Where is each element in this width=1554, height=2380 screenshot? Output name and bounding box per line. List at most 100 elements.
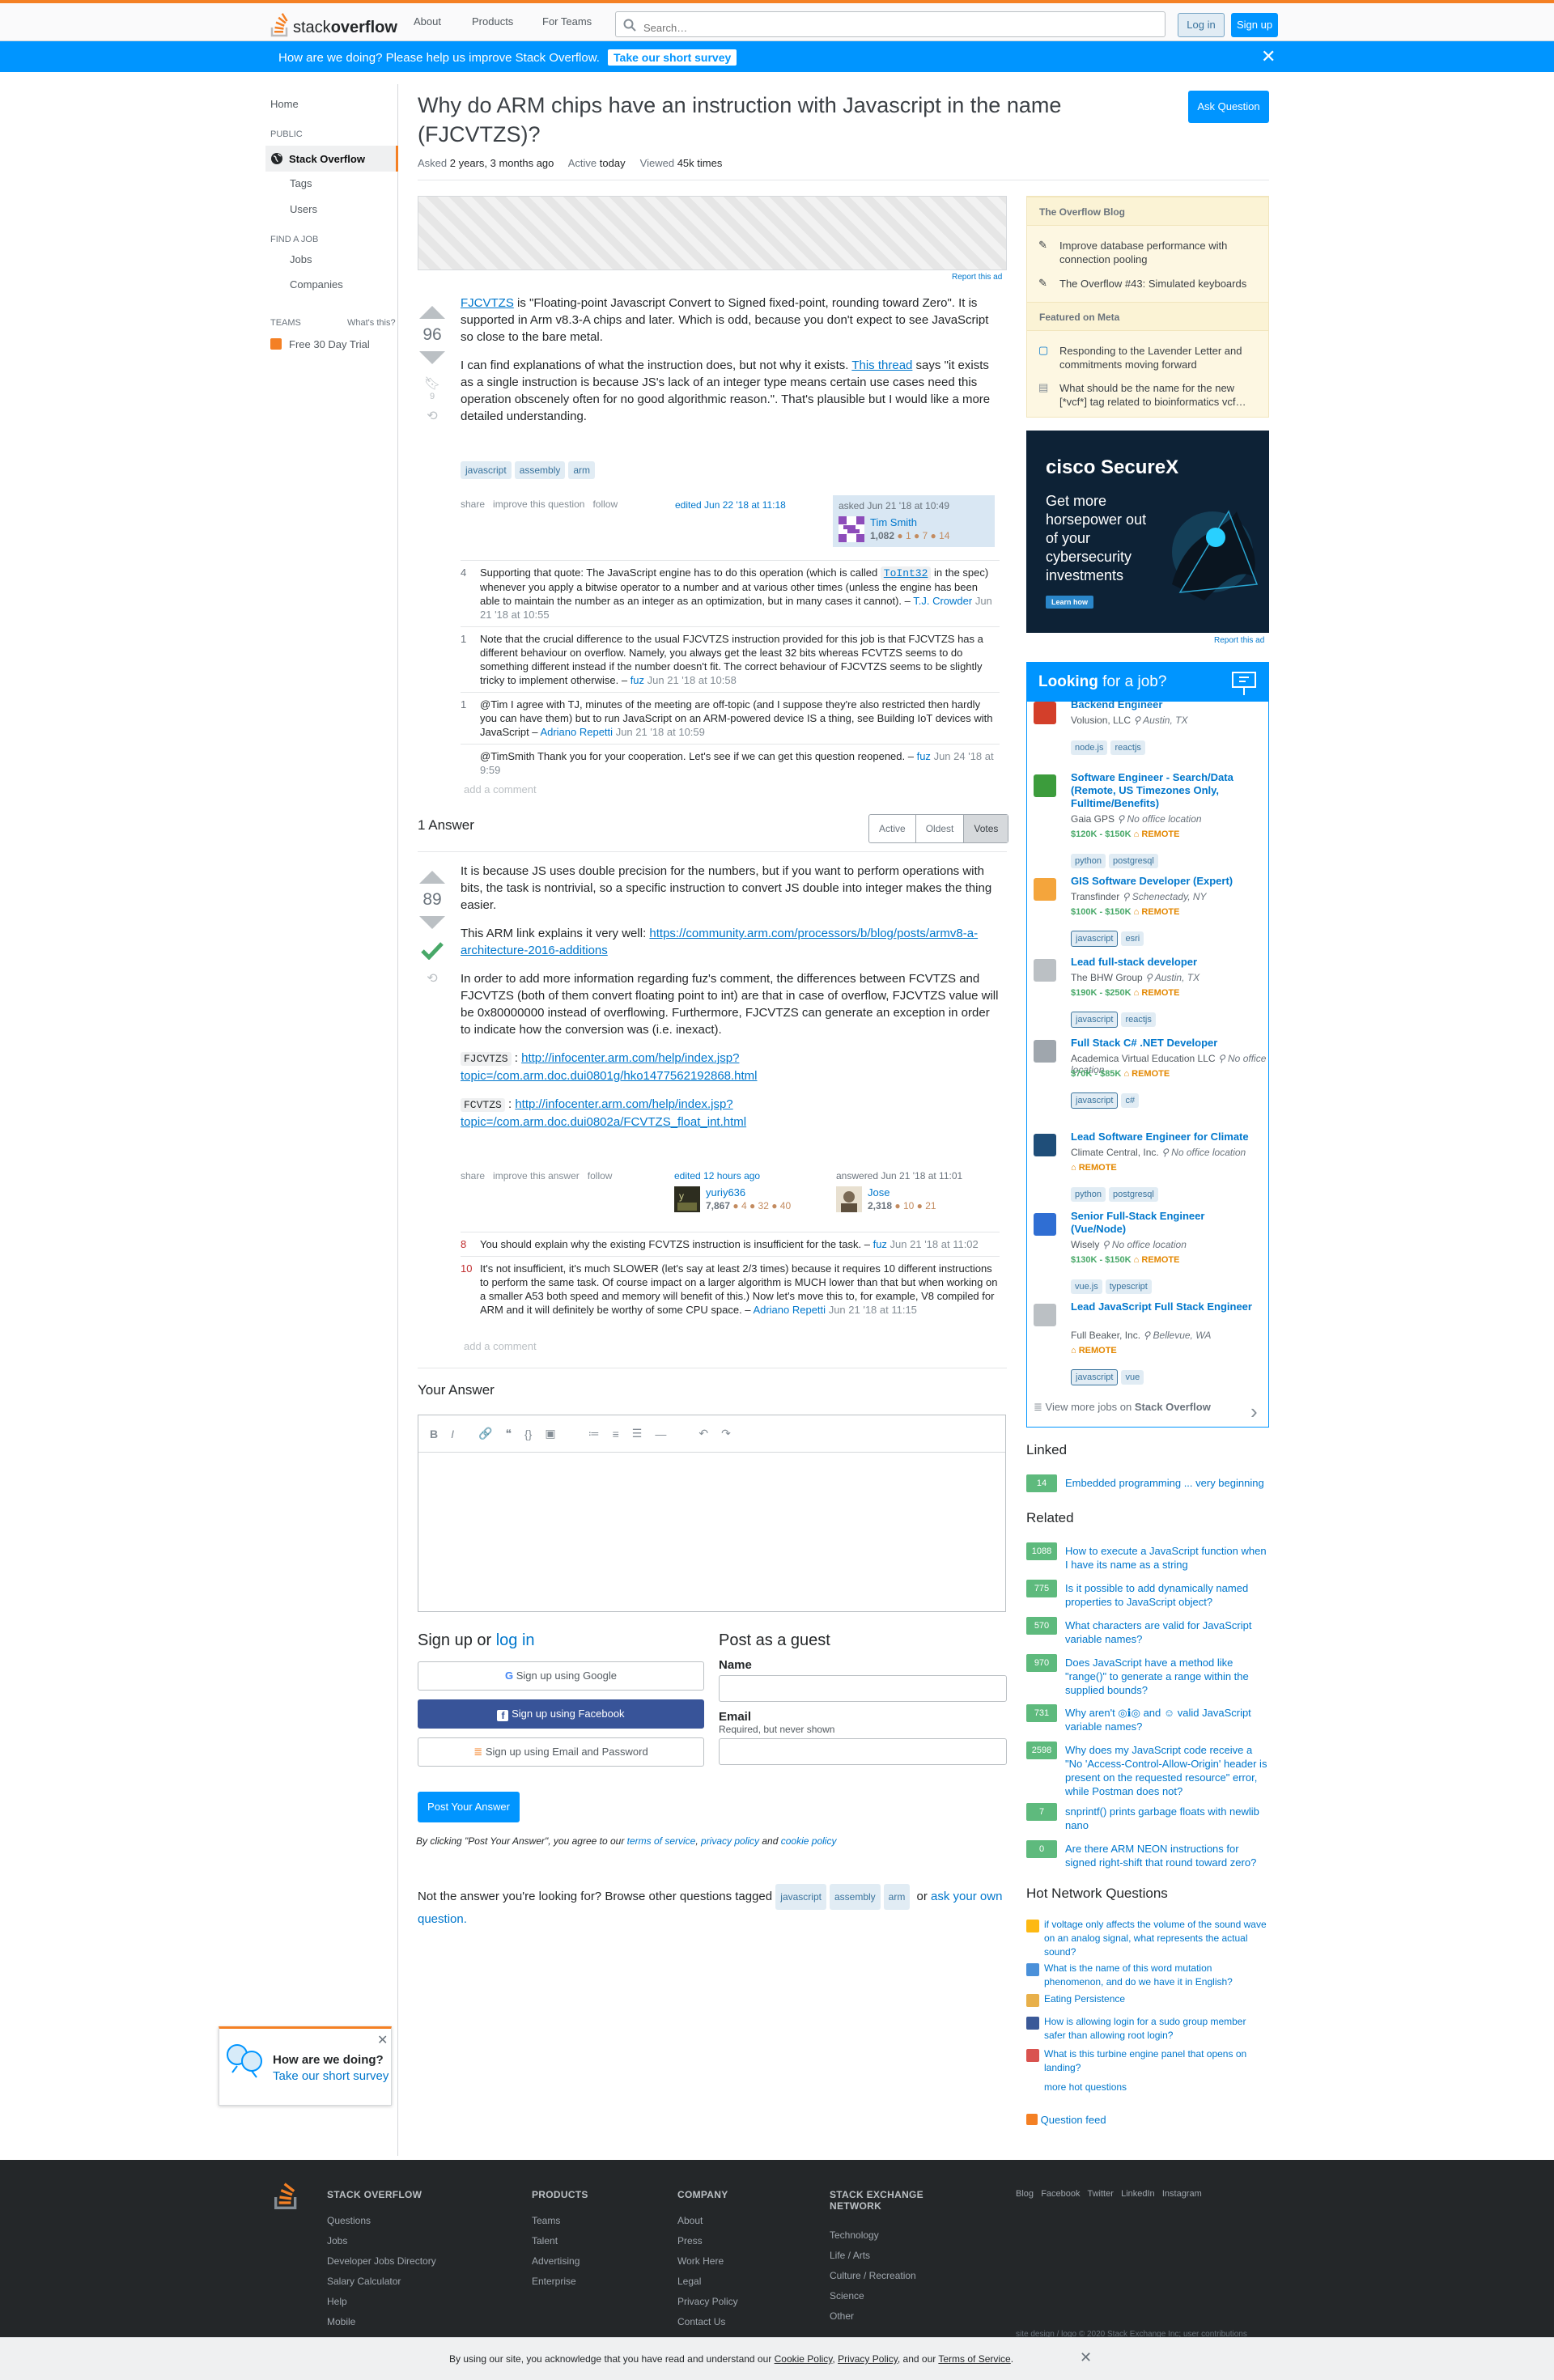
user-name[interactable]: yuriy636 xyxy=(706,1186,745,1198)
stackoverflow-logo[interactable]: stackoverflow xyxy=(270,10,397,37)
blog-item[interactable]: The Overflow #43: Simulated keyboards xyxy=(1059,277,1262,291)
social-instagram[interactable]: Instagram xyxy=(1162,2189,1202,2199)
active-value[interactable]: today xyxy=(600,157,626,169)
job-tag[interactable]: typescript xyxy=(1105,1279,1152,1294)
social-twitter[interactable]: Twitter xyxy=(1088,2189,1114,2199)
facebook-signup-button[interactable]: f Sign up using Facebook xyxy=(418,1699,704,1729)
italic-icon[interactable]: I xyxy=(451,1428,454,1440)
more-jobs-link[interactable]: ≣ View more jobs on Stack Overflow xyxy=(1034,1401,1211,1414)
close-icon[interactable]: ✕ xyxy=(377,2032,388,2048)
bookmark-icon[interactable]: 🔖︎ xyxy=(416,375,448,392)
tag-javascript[interactable]: javascript xyxy=(775,1884,826,1910)
privacy-policy-link[interactable]: Privacy Policy xyxy=(838,2353,898,2365)
related-title[interactable]: How to execute a JavaScript function whe… xyxy=(1065,1544,1269,1572)
tag-arm[interactable]: arm xyxy=(568,461,596,479)
job-tag[interactable]: javascript xyxy=(1071,1092,1119,1109)
related-title[interactable]: What characters are valid for JavaScript… xyxy=(1065,1618,1269,1646)
meta-item[interactable]: Responding to the Lavender Letter and co… xyxy=(1059,344,1262,371)
social-blog[interactable]: Blog xyxy=(1016,2189,1034,2199)
footer-link[interactable]: Privacy Policy xyxy=(677,2296,738,2307)
question-feed-link[interactable]: Question feed xyxy=(1026,2114,1106,2126)
sidebar-item-companies[interactable]: Companies xyxy=(290,278,343,291)
footer-link[interactable]: Help xyxy=(327,2296,347,2307)
avatar[interactable] xyxy=(839,516,864,542)
hot-question-title[interactable]: Eating Persistence xyxy=(1044,1992,1269,2006)
avatar[interactable]: y xyxy=(674,1186,700,1212)
history-icon[interactable]: ⟲ xyxy=(416,408,448,424)
nav-about[interactable]: About xyxy=(414,15,441,28)
this-thread-link[interactable]: This thread xyxy=(851,358,912,372)
tag-javascript[interactable]: javascript xyxy=(461,461,512,479)
comment-code[interactable]: ToInt32 xyxy=(880,566,932,580)
report-ad-link[interactable]: Report this ad xyxy=(952,273,1002,282)
job-tag[interactable]: postgresql xyxy=(1109,854,1158,868)
related-title[interactable]: Does JavaScript have a method like "rang… xyxy=(1065,1656,1269,1697)
terms-of-service-link[interactable]: Terms of Service xyxy=(938,2353,1010,2365)
job-title[interactable]: Lead JavaScript Full Stack Engineer xyxy=(1071,1300,1257,1313)
footer-link[interactable]: About xyxy=(677,2215,703,2226)
sidebar-item-users[interactable]: Users xyxy=(290,203,317,215)
user-name[interactable]: Tim Smith xyxy=(870,516,917,528)
cisco-advertisement[interactable]: cisco SecureX Get more horsepower out of… xyxy=(1026,431,1269,633)
social-linkedin[interactable]: LinkedIn xyxy=(1121,2189,1155,2199)
footer-link[interactable]: Salary Calculator xyxy=(327,2276,401,2287)
comment-user[interactable]: T.J. Crowder xyxy=(913,595,972,607)
downvote-arrow-icon[interactable] xyxy=(419,916,445,929)
related-title[interactable]: snprintf() prints garbage floats with ne… xyxy=(1065,1805,1269,1832)
link-icon[interactable]: 🔗 xyxy=(478,1427,492,1440)
fjcvtzs-link[interactable]: FJCVTZS xyxy=(461,296,514,310)
signup-button[interactable]: Sign up xyxy=(1231,13,1278,37)
comment-user[interactable]: fuz xyxy=(873,1238,887,1250)
blog-item[interactable]: Improve database performance with connec… xyxy=(1059,239,1262,266)
footer-link[interactable]: Science xyxy=(830,2290,864,2302)
nav-products[interactable]: Products xyxy=(472,15,513,28)
tag-assembly[interactable]: assembly xyxy=(829,1884,881,1910)
add-comment-link[interactable]: add a comment xyxy=(464,783,537,795)
job-title[interactable]: Backend Engineer xyxy=(1071,698,1257,711)
survey-banner-button[interactable]: Take our short survey xyxy=(608,49,737,66)
job-tag[interactable]: postgresql xyxy=(1109,1187,1158,1202)
report-ad-link[interactable]: Report this ad xyxy=(1214,636,1264,645)
job-tag[interactable]: javascript xyxy=(1071,931,1119,947)
improve-link[interactable]: improve this question xyxy=(493,498,584,510)
sidebar-item-home[interactable]: Home xyxy=(270,98,299,110)
comment-user[interactable]: fuz xyxy=(631,674,644,686)
history-icon[interactable]: ⟲ xyxy=(416,970,448,986)
unordered-list-icon[interactable]: ≡ xyxy=(613,1428,619,1440)
hot-question-title[interactable]: What is the name of this word mutation p… xyxy=(1044,1962,1269,1989)
job-tag[interactable]: javascript xyxy=(1071,1012,1119,1028)
job-tag[interactable]: vue xyxy=(1121,1370,1144,1385)
redo-icon[interactable]: ↷ xyxy=(721,1427,731,1440)
more-hot-questions-link[interactable]: more hot questions xyxy=(1044,2081,1127,2093)
bold-icon[interactable]: B xyxy=(430,1428,438,1440)
hot-question-title[interactable]: if voltage only affects the volume of th… xyxy=(1044,1918,1269,1959)
job-tag[interactable]: node.js xyxy=(1071,740,1108,755)
footer-link[interactable]: Work Here xyxy=(677,2255,724,2267)
footer-link[interactable]: Legal xyxy=(677,2276,701,2287)
edited-link[interactable]: edited Jun 22 '18 at 11:18 xyxy=(675,499,786,511)
google-signup-button[interactable]: G Sign up using Google xyxy=(418,1661,704,1691)
job-title[interactable]: Software Engineer - Search/Data (Remote,… xyxy=(1071,771,1257,810)
job-title[interactable]: GIS Software Developer (Expert) xyxy=(1071,875,1257,888)
footer-link[interactable]: Jobs xyxy=(327,2235,347,2246)
login-link[interactable]: log in xyxy=(496,1631,535,1649)
footer-link[interactable]: Life / Arts xyxy=(830,2250,870,2261)
user-name[interactable]: Jose xyxy=(868,1186,890,1198)
job-title[interactable]: Full Stack C# .NET Developer xyxy=(1071,1037,1257,1050)
whats-this-link[interactable]: What's this? xyxy=(347,318,396,328)
job-tag[interactable]: javascript xyxy=(1071,1369,1119,1385)
job-title[interactable]: Lead Software Engineer for Climate xyxy=(1071,1131,1257,1143)
sidebar-item-tags[interactable]: Tags xyxy=(290,177,312,189)
follow-link[interactable]: follow xyxy=(588,1170,613,1182)
cookie-policy-link[interactable]: Cookie Policy xyxy=(775,2353,833,2365)
footer-link[interactable]: Technology xyxy=(830,2229,879,2241)
footer-link[interactable]: Press xyxy=(677,2235,703,2246)
upvote-arrow-icon[interactable] xyxy=(419,871,445,884)
job-tag[interactable]: c# xyxy=(1121,1093,1140,1108)
ordered-list-icon[interactable]: ≔ xyxy=(588,1427,600,1440)
nav-for-teams[interactable]: For Teams xyxy=(542,15,592,28)
tab-active[interactable]: Active xyxy=(869,815,916,842)
job-tag[interactable]: vue.js xyxy=(1071,1279,1102,1294)
search-input[interactable] xyxy=(616,15,1165,40)
close-icon[interactable]: ✕ xyxy=(1261,46,1276,67)
